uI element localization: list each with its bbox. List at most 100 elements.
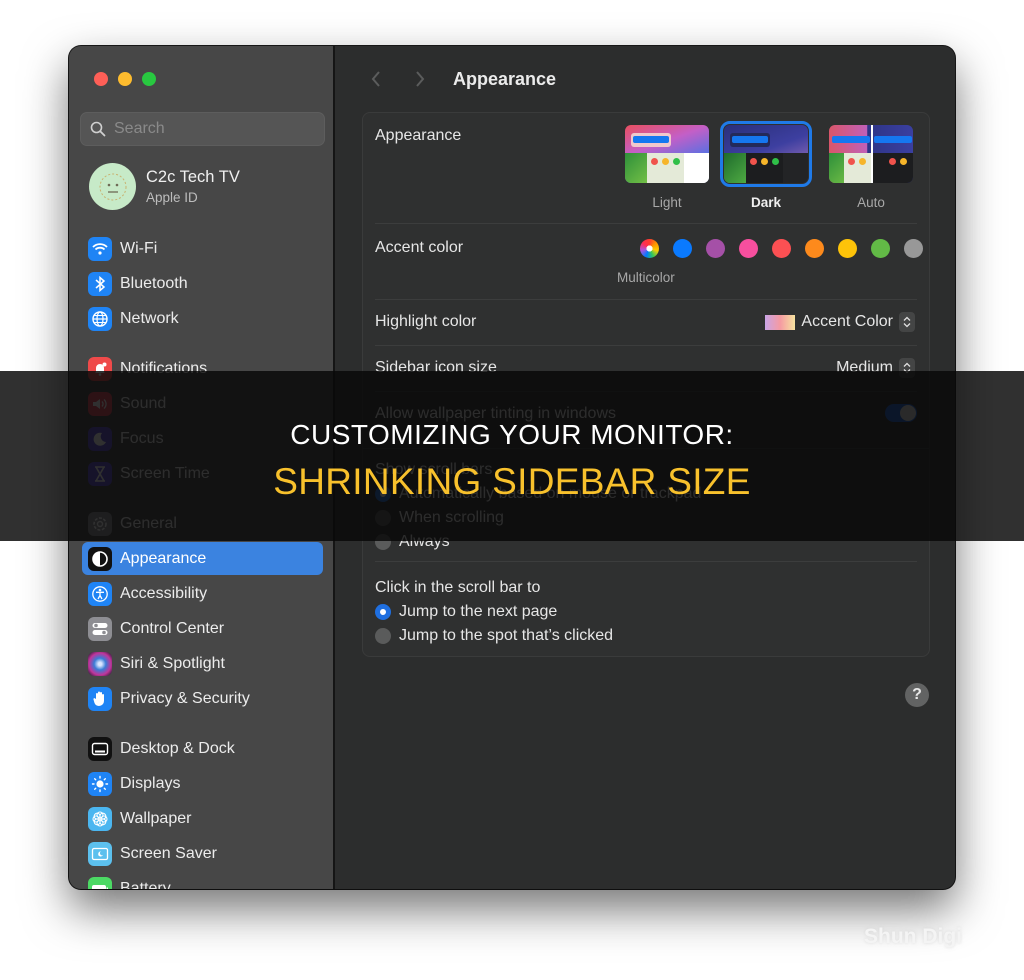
battery-icon — [88, 876, 112, 889]
accent-swatch-blue[interactable] — [673, 239, 692, 258]
dock-icon — [88, 736, 112, 761]
account-name: C2c Tech TV — [146, 168, 240, 186]
sidebar-item-label: Appearance — [120, 549, 207, 567]
search-field[interactable] — [80, 112, 325, 146]
radio-label: Jump to the next page — [399, 603, 558, 620]
sidebar-item-label: Control Center — [120, 619, 225, 637]
accent-color-swatches — [640, 239, 923, 258]
theme-option-light[interactable]: Light — [622, 125, 712, 210]
avatar — [89, 163, 136, 210]
hand-icon — [88, 686, 112, 711]
banner-headline: CUSTOMIZING YOUR MONITOR: — [290, 419, 734, 450]
chevron-right-icon — [416, 71, 425, 87]
highlight-color-value: Accent Color — [801, 313, 893, 330]
divider — [375, 345, 917, 346]
highlight-color-swatch — [765, 314, 796, 330]
dark-theme-thumbnail — [720, 121, 812, 187]
sidebar-item-control-center[interactable]: Control Center — [82, 612, 323, 645]
sidebar-item-label: Battery — [120, 879, 171, 890]
sidebar-item-label: Screen Saver — [120, 844, 217, 862]
screensaver-icon — [88, 841, 112, 866]
accent-swatch-multicolor[interactable] — [640, 239, 659, 258]
highlight-color-label: Highlight color — [375, 313, 477, 330]
sidebar-item-label: Displays — [120, 774, 181, 792]
search-icon — [90, 121, 106, 137]
sidebar-item-wifi[interactable]: Wi-Fi — [82, 232, 323, 265]
radio-button — [375, 628, 391, 644]
toolbar: Appearance — [361, 64, 556, 94]
chevron-up-down-icon — [899, 312, 915, 332]
accent-swatch-pink[interactable] — [739, 239, 758, 258]
sun-icon — [88, 771, 112, 796]
divider — [375, 299, 917, 300]
divider — [375, 223, 917, 224]
auto-theme-thumbnail — [829, 125, 913, 183]
page-title: Appearance — [453, 68, 557, 89]
sidebar-item-label: Wallpaper — [120, 809, 192, 827]
theme-label-auto: Auto — [857, 195, 885, 210]
bluetooth-icon — [88, 271, 112, 296]
radio-jump-spot-clicked[interactable]: Jump to the spot that’s clicked — [375, 627, 613, 645]
sidebar-item-privacy-security[interactable]: Privacy & Security — [82, 682, 323, 715]
sidebar-item-desktop-dock[interactable]: Desktop & Dock — [82, 732, 323, 765]
account-subtitle: Apple ID — [146, 190, 198, 205]
highlight-color-popup[interactable]: Accent Color — [765, 312, 915, 332]
click-scroll-bar-label: Click in the scroll bar to — [375, 579, 541, 596]
back-button[interactable] — [361, 64, 391, 94]
forward-button[interactable] — [405, 64, 435, 94]
sidebar-item-appearance[interactable]: Appearance — [82, 542, 323, 575]
accent-swatch-yellow[interactable] — [838, 239, 857, 258]
banner-subheadline: SHRINKING SIDEBAR SIZE — [273, 461, 751, 502]
chevron-left-icon — [371, 71, 380, 87]
theme-option-auto[interactable]: Auto — [826, 125, 916, 210]
accent-swatch-green[interactable] — [871, 239, 890, 258]
sidebar-item-displays[interactable]: Displays — [82, 767, 323, 800]
globe-icon — [88, 306, 112, 331]
sidebar-item-label: Privacy & Security — [120, 689, 250, 707]
window-controls — [94, 72, 156, 86]
accent-color-label: Accent color — [375, 239, 464, 256]
accent-swatch-orange[interactable] — [805, 239, 824, 258]
sidebar-item-accessibility[interactable]: Accessibility — [82, 577, 323, 610]
sidebar-item-label: Accessibility — [120, 584, 208, 602]
sidebar-item-battery[interactable]: Battery — [82, 872, 323, 889]
title-banner: CUSTOMIZING YOUR MONITOR: SHRINKING SIDE… — [0, 371, 1024, 541]
sidebar-item-label: Desktop & Dock — [120, 739, 235, 757]
sidebar-item-wallpaper[interactable]: Wallpaper — [82, 802, 323, 835]
sidebar-item-label: Network — [120, 309, 179, 327]
appearance-icon — [88, 546, 112, 571]
siri-icon — [88, 651, 112, 676]
sidebar-item-screen-saver[interactable]: Screen Saver — [82, 837, 323, 870]
accent-swatch-purple[interactable] — [706, 239, 725, 258]
theme-label-light: Light — [652, 195, 682, 210]
watermark: Shun Digi — [864, 925, 962, 948]
search-input[interactable] — [114, 120, 304, 138]
sidebar-item-label: Bluetooth — [120, 274, 188, 292]
close-button[interactable] — [94, 72, 108, 86]
light-theme-thumbnail — [625, 125, 709, 183]
zoom-button[interactable] — [142, 72, 156, 86]
sidebar-item-label: Wi-Fi — [120, 239, 158, 257]
sidebar-item-network[interactable]: Network — [82, 302, 323, 335]
accent-swatch-graphite[interactable] — [904, 239, 923, 258]
theme-option-dark[interactable]: Dark — [720, 121, 812, 210]
accent-selected-label: Multicolor — [617, 270, 675, 285]
theme-label-dark: Dark — [750, 195, 782, 210]
wifi-icon — [88, 236, 112, 261]
flower-icon — [88, 806, 112, 831]
sidebar-item-siri-spotlight[interactable]: Siri & Spotlight — [82, 647, 323, 680]
radio-button — [375, 604, 391, 620]
radio-jump-next-page[interactable]: Jump to the next page — [375, 603, 557, 621]
minimize-button[interactable] — [118, 72, 132, 86]
accent-swatch-red[interactable] — [772, 239, 791, 258]
sidebar-item-bluetooth[interactable]: Bluetooth — [82, 267, 323, 300]
smiley-avatar-icon — [99, 173, 126, 200]
appearance-label: Appearance — [375, 127, 462, 144]
accessibility-icon — [88, 581, 112, 606]
help-button[interactable]: ? — [905, 683, 929, 707]
control-center-icon — [88, 616, 112, 641]
divider — [375, 561, 917, 562]
radio-label: Jump to the spot that’s clicked — [399, 627, 614, 644]
apple-id-account[interactable]: C2c Tech TV Apple ID — [89, 163, 240, 210]
sidebar-item-label: Siri & Spotlight — [120, 654, 225, 672]
